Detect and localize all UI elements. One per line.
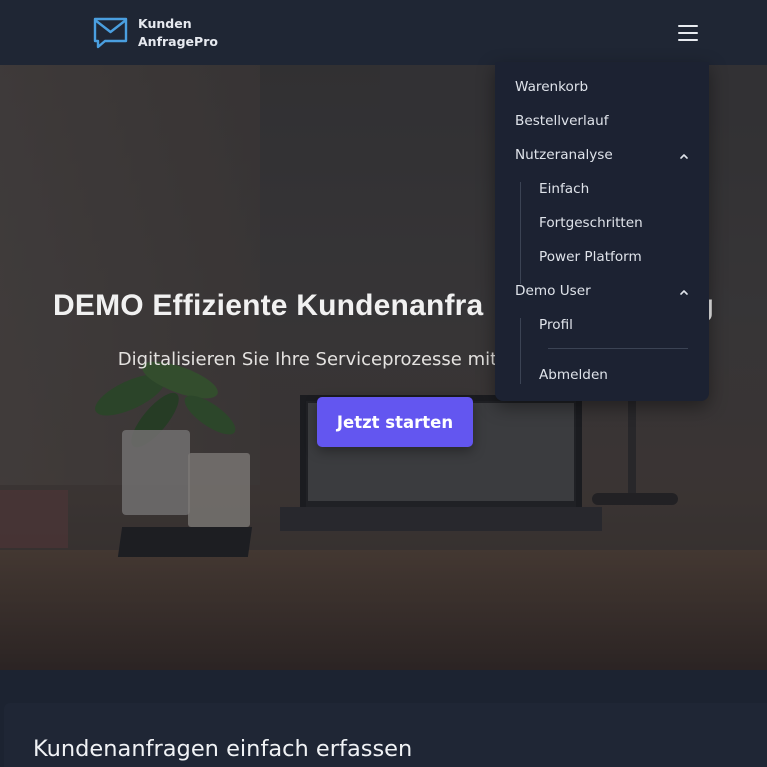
submenu-tree-line bbox=[520, 182, 521, 284]
menu-item-bestellverlauf[interactable]: Bestellverlauf bbox=[515, 113, 609, 129]
submenu-item-power-platform[interactable]: Power Platform bbox=[539, 249, 642, 265]
menu-item-nutzeranalyse[interactable]: Nutzeranalyse bbox=[515, 147, 613, 163]
nav-dropdown-menu: Warenkorb Bestellverlauf Nutzeranalyse E… bbox=[495, 62, 709, 401]
menu-item-warenkorb[interactable]: Warenkorb bbox=[515, 79, 588, 95]
chevron-up-icon[interactable] bbox=[678, 287, 690, 297]
brand-line-2: AnfragePro bbox=[138, 34, 218, 49]
chevron-up-icon[interactable] bbox=[678, 151, 690, 161]
submenu-item-einfach[interactable]: Einfach bbox=[539, 181, 589, 197]
brand-line-1: Kunden bbox=[138, 16, 192, 31]
top-navbar: Kunden AnfragePro bbox=[0, 0, 767, 65]
submenu-item-abmelden[interactable]: Abmelden bbox=[539, 367, 608, 383]
menu-item-demo-user[interactable]: Demo User bbox=[515, 283, 591, 299]
brand-logo[interactable]: Kunden AnfragePro bbox=[92, 15, 218, 51]
brand-name: Kunden AnfragePro bbox=[138, 15, 218, 51]
submenu-item-fortgeschritten[interactable]: Fortgeschritten bbox=[539, 215, 643, 231]
envelope-chat-icon bbox=[93, 17, 128, 49]
menu-divider bbox=[548, 348, 688, 349]
start-button[interactable]: Jetzt starten bbox=[317, 397, 473, 447]
submenu-tree-line bbox=[520, 318, 521, 384]
submenu-item-profil[interactable]: Profil bbox=[539, 317, 573, 333]
hamburger-icon[interactable] bbox=[676, 22, 700, 44]
section-title: Kundenanfragen einfach erfassen bbox=[33, 736, 413, 762]
hero-subtitle-text: Digitalisieren Sie Ihre Serviceprozesse … bbox=[117, 349, 498, 370]
hero-title-text: DEMO Effiziente Kundenanfra bbox=[53, 289, 484, 322]
